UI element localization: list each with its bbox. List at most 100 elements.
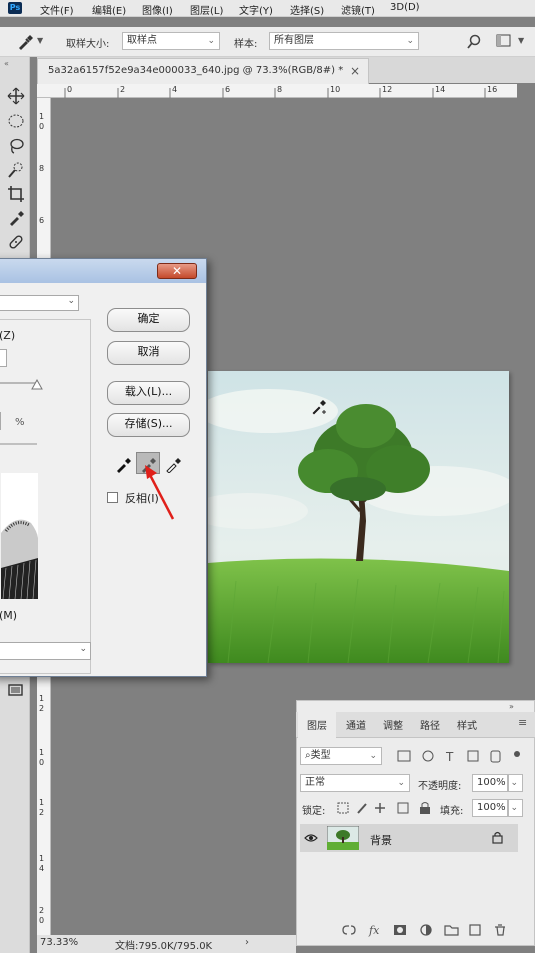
lock-all-icon [420,807,430,814]
menu-layer[interactable]: 图层(L) [190,2,223,17]
panel-collapse-icon[interactable]: » [509,702,514,711]
tab-layers-label: 图层 [307,721,327,732]
label-z: (Z) [0,329,16,342]
opacity-chevron[interactable]: ⌄ [508,774,523,792]
horizontal-ruler: 0 2 4 6 8 10 12 14 16 [37,84,517,98]
v-ruler-tick: 4 [39,864,45,873]
load-button[interactable]: 载入(L)... [107,381,190,405]
smart-object-filter-icon [490,750,501,763]
lock-position-icon [375,803,385,813]
fill-input[interactable]: 100% [472,799,508,817]
workspace-icon[interactable] [496,34,512,48]
status-expand-chevron-icon[interactable]: › [245,937,249,948]
menu-image[interactable]: 图像(I) [142,2,173,17]
opacity-label: 不透明度: [418,781,462,792]
blend-mode-value: 正常 [305,777,325,788]
adjustment-filter-icon [422,750,434,762]
layer-lock-icon [492,831,503,844]
red-arrow-annotation-icon [145,465,175,520]
menu-filter[interactable]: 滤镜(T) [341,2,375,17]
ok-button[interactable]: 确定 [107,308,190,332]
percent-field[interactable] [0,412,1,430]
zoom-level[interactable]: 73.33% [40,937,78,948]
fill-chevron[interactable]: ⌄ [508,799,523,817]
layer-filter-select[interactable]: ⌕类型 ⌄ [300,747,382,765]
healing-brush-tool-icon[interactable] [7,233,25,251]
dialog-close-button[interactable]: ✕ [157,263,197,279]
eyedropper-tool-icon[interactable] [16,33,36,51]
sample-label: 样本: [234,39,258,50]
v-ruler-tick: 1 [39,112,45,121]
document-tab-title: 5a32a6157f52e9a34e000033_640.jpg @ 73.3%… [48,65,344,76]
layers-footer-icons[interactable]: fx [340,922,520,938]
screen-mode-icon[interactable] [7,681,25,699]
opacity-input[interactable]: 100% [472,774,508,792]
crop-tool-icon[interactable] [7,185,25,203]
menu-file[interactable]: 文件(F) [40,2,74,17]
invert-checkbox[interactable] [107,492,118,503]
v-ruler-tick: 1 [39,798,45,807]
lock-icons[interactable] [336,800,436,816]
preset-select[interactable]: ⌄ [0,642,91,660]
eyedropper-cursor-icon [311,400,326,415]
new-layer-icon [469,924,481,936]
lock-label: 锁定: [302,806,326,817]
menu-3d[interactable]: 3D(D) [390,2,420,13]
panel-menu-icon[interactable]: ≡ [518,716,527,729]
chevron-down-icon: ⌄ [67,296,75,306]
tab-paths[interactable]: 路径 [420,717,440,732]
slider-handle-icon[interactable] [31,379,43,391]
quick-selection-tool-icon[interactable] [7,161,25,179]
canvas-photo[interactable] [208,371,509,663]
move-tool-icon[interactable] [7,87,25,105]
percent-label: % [15,417,25,428]
sample-select[interactable]: 所有图层 ⌄ [269,32,419,50]
tab-adjustments[interactable]: 调整 [383,717,403,732]
v-ruler-tick: 1 [39,694,45,703]
layer-name[interactable]: 背景 [370,832,392,848]
tab-close-icon[interactable]: × [350,59,360,83]
tab-styles[interactable]: 样式 [457,717,477,732]
delete-layer-icon [495,924,505,936]
cancel-button[interactable]: 取消 [107,341,190,365]
document-tab[interactable]: 5a32a6157f52e9a34e000033_640.jpg @ 73.3%… [37,58,369,84]
black-point-eyedropper-icon[interactable] [115,455,133,473]
new-group-icon [444,925,459,936]
lasso-tool-icon[interactable] [7,137,25,155]
panel-collapse-icon[interactable]: « [4,59,9,68]
tree-photo-image [208,371,509,663]
image-filter-icon [397,750,411,762]
shape-filter-icon [467,750,479,762]
levels-dialog: ✕ ⌄ (Z) % (M) ⌄ 确定 取消 载入(L)... 存储(S)... … [0,258,207,677]
tab-channels[interactable]: 通道 [346,717,366,732]
menu-bar: Ps 文件(F) 编辑(E) 图像(I) 图层(L) 文字(Y) 选择(S) 滤… [0,0,535,17]
search-icon[interactable] [466,34,482,50]
document-info: 文档:795.0K/795.0K [115,941,213,952]
v-ruler-tick: 0 [39,122,45,131]
lock-transparent-icon [337,802,349,814]
layer-filter-icons: T [397,750,520,764]
h-ruler-tick: 4 [172,85,178,94]
v-ruler-tick: 2 [39,808,45,817]
marquee-tool-icon[interactable] [7,112,25,130]
channel-select[interactable]: ⌄ [0,295,79,311]
menu-type[interactable]: 文字(Y) [239,2,273,17]
chevron-down-icon: ⌄ [510,778,518,788]
save-button[interactable]: 存储(S)... [107,413,190,437]
menu-edit[interactable]: 编辑(E) [92,2,126,17]
type-filter-icon: T [445,750,454,764]
status-bar: 73.33% 文档:795.0K/795.0K › [37,935,296,953]
sample-value: 所有图层 [274,35,314,46]
h-ruler-tick: 2 [120,85,126,94]
menu-select[interactable]: 选择(S) [290,2,324,17]
workspace-chevron-icon[interactable]: ▼ [518,36,524,45]
tool-preset-chevron-icon[interactable]: ▼ [37,36,43,45]
sample-size-select[interactable]: 取样点 ⌄ [122,32,220,50]
input-levels-field[interactable] [0,349,7,367]
eyedropper-tool-icon[interactable] [7,209,25,227]
blend-mode-select[interactable]: 正常 ⌄ [300,774,410,792]
chevron-down-icon: ⌄ [207,36,215,46]
chevron-down-icon: ⌄ [79,644,87,654]
chevron-down-icon: ⌄ [397,778,405,788]
visibility-eye-icon[interactable] [304,833,318,843]
